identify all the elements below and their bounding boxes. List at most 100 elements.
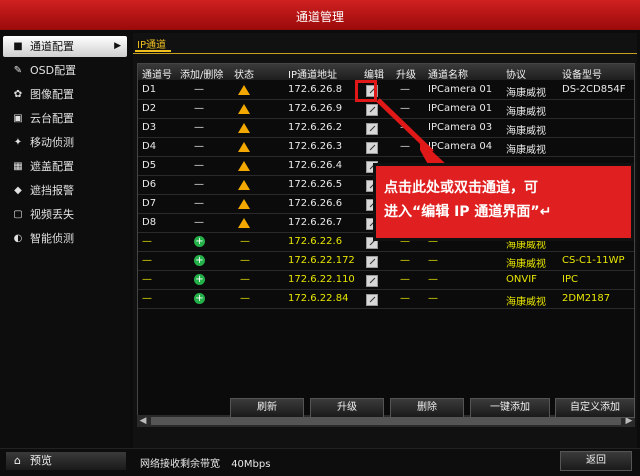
warning-icon[interactable] (238, 85, 250, 95)
callout-text: 点击此处或双击通道，可 进入“编辑 IP 通道界面”↵ (384, 176, 624, 224)
channel-number: D2 (142, 103, 157, 114)
header-protocol: 协议 (506, 70, 526, 81)
add-icon[interactable]: + (194, 274, 205, 285)
status-value: — (240, 236, 250, 247)
sidebar-item-osd[interactable]: ✎ OSD配置 (3, 60, 127, 81)
channel-number: D6 (142, 179, 157, 190)
warning-icon[interactable] (238, 123, 250, 133)
add-icon[interactable]: + (194, 255, 205, 266)
add-icon[interactable]: + (194, 236, 205, 247)
table-row[interactable]: D2 — 172.6.26.9 — IPCamera 01 海康威视 (138, 100, 634, 119)
sidebar-item-image[interactable]: ✿ 图像配置 (3, 84, 127, 105)
sidebar-item-mask[interactable]: ▦ 遮盖配置 (3, 156, 127, 177)
video-loss-icon: ▢ (13, 209, 23, 220)
sidebar-item-smart[interactable]: ◐ 智能侦测 (3, 228, 127, 249)
table-row[interactable]: D3 — 172.6.26.2 — IPCamera 03 海康威视 (138, 119, 634, 138)
add-delete-value: — (194, 141, 204, 152)
edit-icon[interactable] (366, 123, 378, 135)
add-delete-value: — (194, 179, 204, 190)
return-button[interactable]: 返回 (560, 451, 632, 471)
status-value: — (240, 255, 250, 266)
ip-address: 172.6.26.7 (288, 217, 343, 228)
warning-icon[interactable] (238, 161, 250, 171)
channel-number: — (142, 236, 152, 247)
channel-number: D3 (142, 122, 157, 133)
ptz-icon: ▣ (13, 113, 23, 124)
tab-ip-channel[interactable]: IP通道 (137, 36, 166, 51)
table-row[interactable]: — + — 172.6.22.172 — — 海康威视 CS-C1-11WP (138, 252, 634, 271)
add-delete-value: — (194, 217, 204, 228)
protocol: 海康威视 (506, 297, 546, 308)
one-click-add-button[interactable]: 一键添加 (470, 398, 550, 418)
refresh-button[interactable]: 刷新 (230, 398, 304, 418)
ip-address: 172.6.26.4 (288, 160, 343, 171)
channel-name: — (428, 293, 438, 304)
sidebar-item-tamper[interactable]: ◆ 遮挡报警 (3, 180, 127, 201)
add-delete-value: — (194, 84, 204, 95)
edit-icon[interactable] (366, 275, 378, 287)
channel-number: D1 (142, 84, 157, 95)
delete-button[interactable]: 删除 (390, 398, 464, 418)
upgrade-value: — (400, 84, 410, 95)
channel-name: — (428, 255, 438, 266)
preview-button[interactable]: ⌂ 预览 (6, 452, 126, 470)
header-edit: 编辑 (364, 70, 384, 81)
protocol: 海康威视 (506, 88, 546, 99)
scroll-left-icon[interactable]: ◀ (137, 415, 149, 427)
table-row[interactable]: D4 — 172.6.26.3 — IPCamera 04 海康威视 (138, 138, 634, 157)
channel-name: IPCamera 01 (428, 84, 493, 95)
window-titlebar: 通道管理 (0, 0, 640, 30)
warning-icon[interactable] (238, 180, 250, 190)
ip-address: 172.6.26.3 (288, 141, 343, 152)
upgrade-button[interactable]: 升级 (310, 398, 384, 418)
callout-box: 点击此处或双击通道，可 进入“编辑 IP 通道界面”↵ (373, 163, 634, 241)
window-title: 通道管理 (295, 10, 344, 24)
motion-icon: ✦ (13, 137, 23, 148)
scroll-thumb[interactable] (151, 417, 621, 425)
edit-icon[interactable] (366, 142, 378, 154)
status-value: — (240, 293, 250, 304)
ip-address: 172.6.26.2 (288, 122, 343, 133)
header-upgrade: 升级 (396, 70, 416, 81)
add-delete-value: — (194, 198, 204, 209)
table-header: 通道号 添加/删除 状态 IP通道地址 编辑 升级 通道名称 协议 设备型号 (138, 64, 634, 81)
sidebar: ■ 通道配置 ▶ ✎ OSD配置 ✿ 图像配置 ▣ 云台配置 ✦ 移动侦测 ▦ … (0, 30, 130, 448)
ip-address: 172.6.22.6 (288, 236, 343, 247)
device-model: IPC (562, 274, 578, 285)
protocol: 海康威视 (506, 145, 546, 156)
home-icon: ⌂ (14, 454, 21, 467)
mask-icon: ▦ (13, 161, 23, 172)
warning-icon[interactable] (238, 104, 250, 114)
add-icon[interactable]: + (194, 293, 205, 304)
sidebar-item-video-loss[interactable]: ▢ 视频丢失 (3, 204, 127, 225)
channel-name: IPCamera 03 (428, 122, 493, 133)
channel-number: D7 (142, 198, 157, 209)
add-delete-value: — (194, 122, 204, 133)
edit-icon[interactable] (366, 294, 378, 306)
upgrade-value: — (400, 293, 410, 304)
edit-icon: ✎ (13, 65, 23, 76)
edit-highlight-box (355, 80, 377, 102)
edit-icon[interactable] (366, 104, 378, 116)
protocol: 海康威视 (506, 107, 546, 118)
edit-icon[interactable] (366, 256, 378, 268)
sidebar-item-ptz[interactable]: ▣ 云台配置 (3, 108, 127, 129)
table-row[interactable]: D1 — 172.6.26.8 — IPCamera 01 海康威视 DS-2CD854F (138, 81, 634, 100)
upgrade-value: — (400, 255, 410, 266)
channel-name: IPCamera 01 (428, 103, 493, 114)
warning-icon[interactable] (238, 218, 250, 228)
sidebar-item-channel-config[interactable]: ■ 通道配置 ▶ (3, 36, 127, 57)
table-row[interactable]: — + — 172.6.22.110 — — ONVIF IPC (138, 271, 634, 290)
table-row[interactable]: — + — 172.6.22.84 — — 海康威视 2DM2187 (138, 290, 634, 309)
tab-underline (135, 50, 171, 52)
bandwidth-label: 网络接收剩余带宽 (140, 459, 220, 470)
protocol: 海康威视 (506, 259, 546, 270)
warning-icon[interactable] (238, 199, 250, 209)
callout-line-1: 点击此处或双击通道，可 (384, 180, 538, 196)
warning-icon[interactable] (238, 142, 250, 152)
alarm-icon: ◆ (14, 185, 22, 196)
header-status: 状态 (234, 70, 254, 81)
sidebar-item-motion[interactable]: ✦ 移动侦测 (3, 132, 127, 153)
header-ip-address: IP通道地址 (288, 70, 337, 81)
custom-add-button[interactable]: 自定义添加 (555, 398, 635, 418)
